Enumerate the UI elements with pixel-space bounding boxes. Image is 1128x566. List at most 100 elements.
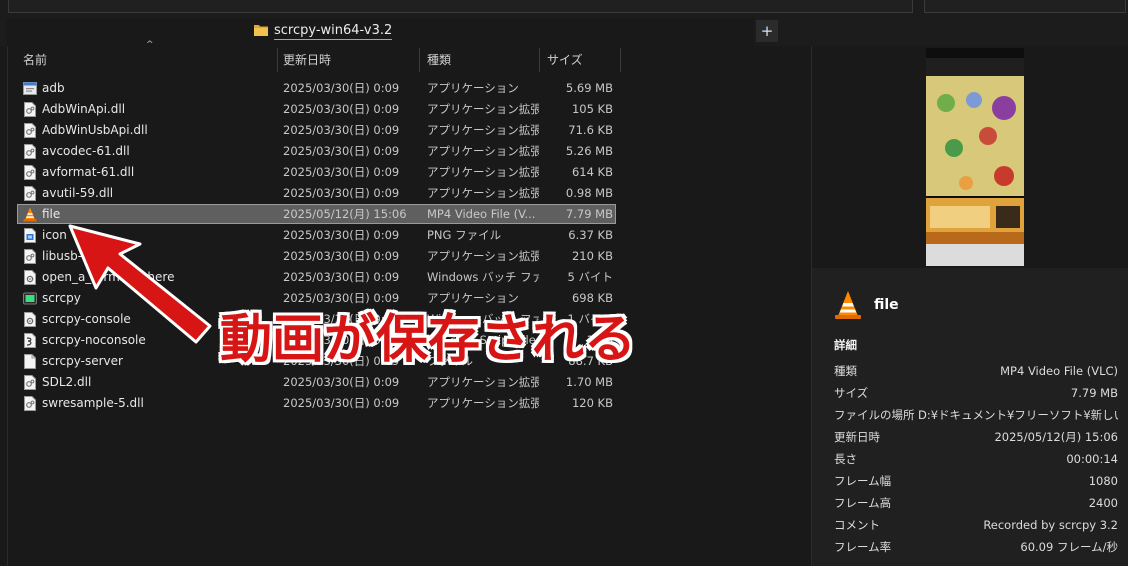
file-date: 2025/03/30(日) 0:09: [283, 270, 400, 284]
vbs-icon: [23, 333, 37, 348]
search-box[interactable]: [924, 0, 1126, 13]
bat-icon: [23, 312, 37, 327]
property-value: 2025/05/12(月) 15:06: [994, 430, 1118, 444]
details-property: ファイルの場所D:¥ドキュメント¥フリーソフト¥新しいフ...: [834, 404, 1118, 426]
file-type: アプリケーション拡張: [427, 375, 539, 389]
details-property: 種類 MP4 Video File (VLC): [834, 360, 1118, 382]
file-type: アプリケーション拡張: [427, 102, 539, 116]
property-value: 2400: [1088, 496, 1118, 510]
column-header-date[interactable]: 更新日時: [276, 48, 420, 72]
file-date: 2025/03/30(日) 0:09: [283, 102, 400, 116]
file-row[interactable]: adb 2025/03/30(日) 0:09 アプリケーション 5.69 MB: [8, 78, 811, 99]
tab-scrcpy[interactable]: scrcpy-win64-v3.2: [6, 18, 754, 46]
file-list-pane: ^ 名前 更新日時 種類 サイズ adb 2025/03/30(日) 0:09 アプ…: [7, 40, 812, 566]
file-row[interactable]: SDL2.dll 2025/03/30(日) 0:09 アプリケーション拡張 1.70…: [8, 372, 811, 393]
file-size: 5 バイト: [567, 270, 613, 284]
file-size: 210 KB: [571, 249, 613, 263]
bat-icon: [23, 270, 37, 285]
exe-icon: [23, 81, 37, 96]
property-value: 1080: [1088, 474, 1118, 488]
file-date: 2025/03/30(日) 0:09: [283, 81, 400, 95]
file-name: SDL2.dll: [42, 375, 92, 389]
file-date: 2025/03/30(日) 0:09: [283, 165, 400, 179]
property-label: フレーム幅: [834, 474, 892, 488]
file-date: 2025/03/30(日) 0:09: [283, 186, 400, 200]
file-row[interactable]: avutil-59.dll 2025/03/30(日) 0:09 アプリケーション拡…: [8, 183, 811, 204]
new-tab-button[interactable]: +: [756, 20, 778, 42]
file-type: アプリケーション拡張: [427, 123, 539, 137]
tab-bar: scrcpy-win64-v3.2 +: [0, 18, 1128, 46]
details-property: フレーム高 2400: [834, 492, 1118, 514]
property-label: 長さ: [834, 452, 857, 466]
file-row[interactable]: AdbWinUsbApi.dll 2025/03/30(日) 0:09 アプリケーシ…: [8, 120, 811, 141]
file-row[interactable]: icon 2025/03/30(日) 0:09 PNG ファイル 6.37 KB: [8, 225, 811, 246]
file-name: icon: [42, 228, 67, 242]
file-row[interactable]: libusb-1.0.dll 2025/03/30(日) 0:09 アプリケーション…: [8, 246, 811, 267]
scrcpy-icon: [23, 291, 37, 306]
dll-icon: [23, 123, 37, 138]
file-size: 1.70 MB: [565, 375, 613, 389]
file-type: アプリケーション: [427, 81, 519, 95]
file-size: 698 KB: [571, 291, 613, 305]
file-row[interactable]: file 2025/05/12(月) 15:06 MP4 Video File (V…: [8, 204, 811, 225]
details-section-heading: 詳細: [834, 338, 857, 352]
dll-icon: [23, 165, 37, 180]
file-name: libusb-1.0.dll: [42, 249, 120, 263]
file-size: 105 KB: [571, 102, 613, 116]
details-title: file: [874, 297, 899, 313]
video-thumbnail: [926, 48, 1024, 266]
property-label: サイズ: [834, 386, 869, 400]
file-name: scrcpy: [42, 291, 81, 305]
folder-icon: [254, 25, 268, 36]
address-bar-area: [0, 0, 1128, 18]
property-label: 更新日時: [834, 430, 880, 444]
file-date: 2025/05/12(月) 15:06: [283, 207, 407, 221]
file-date: 2025/03/30(日) 0:09: [283, 228, 400, 242]
property-label: ファイルの場所: [834, 408, 915, 422]
details-property: コメント Recorded by scrcpy 3.2: [834, 514, 1118, 536]
file-name: open_a_terminal_here: [42, 270, 175, 284]
file-name: swresample-5.dll: [42, 396, 144, 410]
property-value: D:¥ドキュメント¥フリーソフト¥新しいフ...: [918, 408, 1118, 422]
property-value: 60.09 フレーム/秒: [1020, 540, 1118, 554]
file-date: 2025/03/30(日) 0:09: [283, 144, 400, 158]
file-row[interactable]: swresample-5.dll 2025/03/30(日) 0:09 アプリケーシ…: [8, 393, 811, 414]
file-type: アプリケーション拡張: [427, 396, 539, 410]
property-label: フレーム高: [834, 496, 892, 510]
property-label: フレーム率: [834, 540, 892, 554]
file-size: 614 KB: [571, 165, 613, 179]
file-name: avcodec-61.dll: [42, 144, 130, 158]
dll-icon: [23, 144, 37, 159]
file-date: 2025/03/30(日) 0:09: [283, 123, 400, 137]
file-type: アプリケーション: [427, 291, 519, 305]
file-type: アプリケーション拡張: [427, 165, 539, 179]
generic-file-icon: [23, 354, 37, 369]
file-date: 2025/03/30(日) 0:09: [283, 249, 400, 263]
file-size: 7.79 MB: [565, 207, 613, 221]
file-row[interactable]: avformat-61.dll 2025/03/30(日) 0:09 アプリケーショ…: [8, 162, 811, 183]
file-date: 2025/03/30(日) 0:09: [283, 375, 400, 389]
column-header-size[interactable]: サイズ: [540, 48, 621, 72]
file-row[interactable]: scrcpy 2025/03/30(日) 0:09 アプリケーション 698 KB: [8, 288, 811, 309]
column-header-type[interactable]: 種類: [420, 48, 540, 72]
property-label: 種類: [834, 364, 857, 378]
annotation-text: 動画が保存される: [220, 310, 637, 370]
details-property: フレーム幅 1080: [834, 470, 1118, 492]
property-value: MP4 Video File (VLC): [1000, 364, 1118, 378]
file-size: 5.26 MB: [565, 144, 613, 158]
dll-icon: [23, 249, 37, 264]
file-date: 2025/03/30(日) 0:09: [283, 291, 400, 305]
details-property: 長さ 00:00:14: [834, 448, 1118, 470]
file-size: 71.6 KB: [568, 123, 613, 137]
file-row[interactable]: AdbWinApi.dll 2025/03/30(日) 0:09 アプリケーション拡…: [8, 99, 811, 120]
file-type: アプリケーション拡張: [427, 144, 539, 158]
file-row[interactable]: open_a_terminal_here 2025/03/30(日) 0:09 Wi…: [8, 267, 811, 288]
file-size: 6.37 KB: [568, 228, 613, 242]
address-bar[interactable]: [8, 0, 913, 13]
preview-pane: [812, 46, 1128, 268]
file-row[interactable]: avcodec-61.dll 2025/03/30(日) 0:09 アプリケーション…: [8, 141, 811, 162]
file-type: PNG ファイル: [427, 228, 502, 242]
column-header-name[interactable]: 名前: [16, 48, 278, 72]
details-property: サイズ 7.79 MB: [834, 382, 1118, 404]
property-value: Recorded by scrcpy 3.2: [983, 518, 1118, 532]
